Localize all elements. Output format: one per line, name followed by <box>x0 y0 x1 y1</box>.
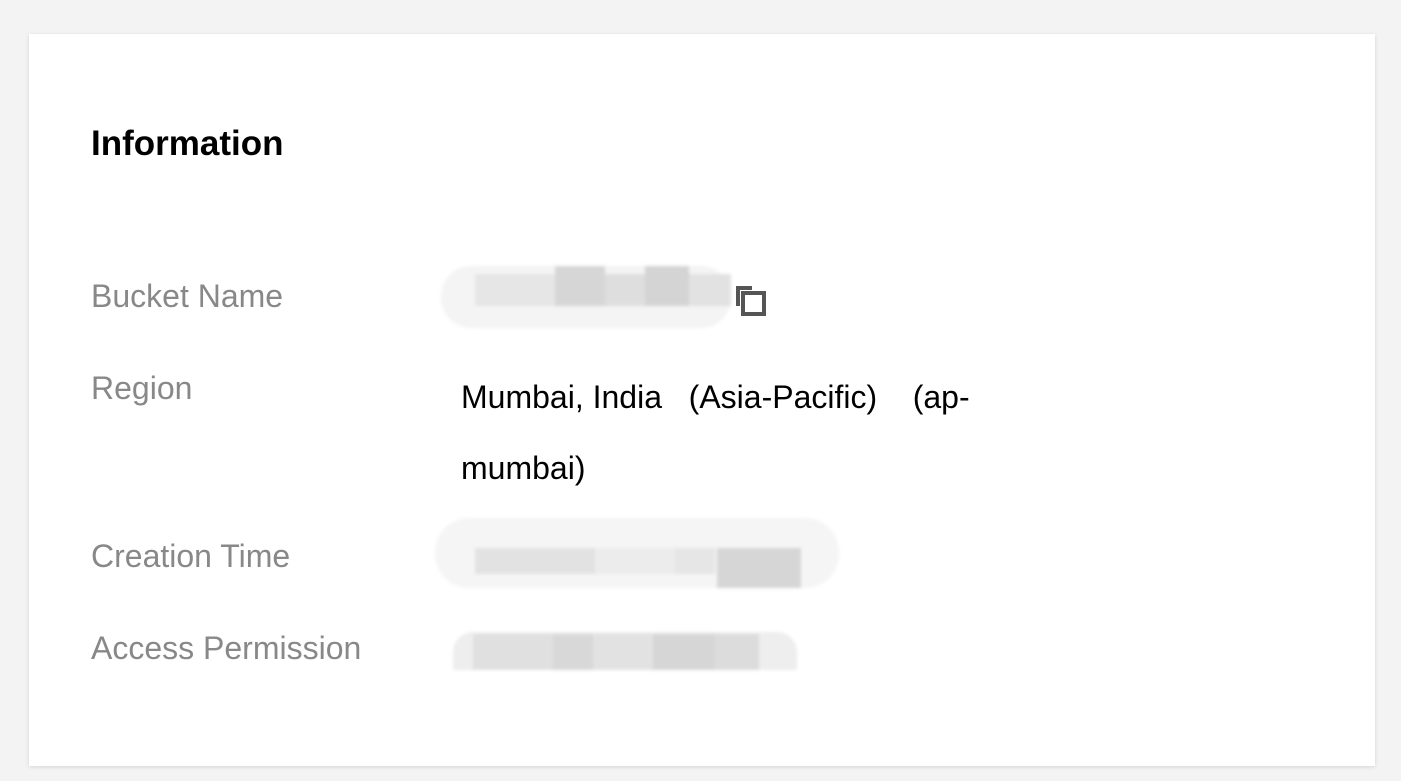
bucket-name-value-redacted <box>441 266 731 328</box>
information-card: Information Bucket Name Region Mumbai, I… <box>29 34 1375 766</box>
copy-icon <box>736 286 766 316</box>
bucket-name-label: Bucket Name <box>91 278 284 314</box>
region-value-line2: mumbai) <box>461 450 586 486</box>
region-value-line1: Mumbai, India (Asia-Pacific) (ap- <box>461 379 970 415</box>
copy-button[interactable] <box>734 284 766 316</box>
region-label: Region <box>91 370 193 406</box>
card-title: Information <box>91 124 284 163</box>
access-permission-label: Access Permission <box>91 630 362 666</box>
creation-time-value-redacted <box>435 518 839 588</box>
access-permission-value-redacted <box>453 632 797 670</box>
creation-time-label: Creation Time <box>91 538 291 574</box>
